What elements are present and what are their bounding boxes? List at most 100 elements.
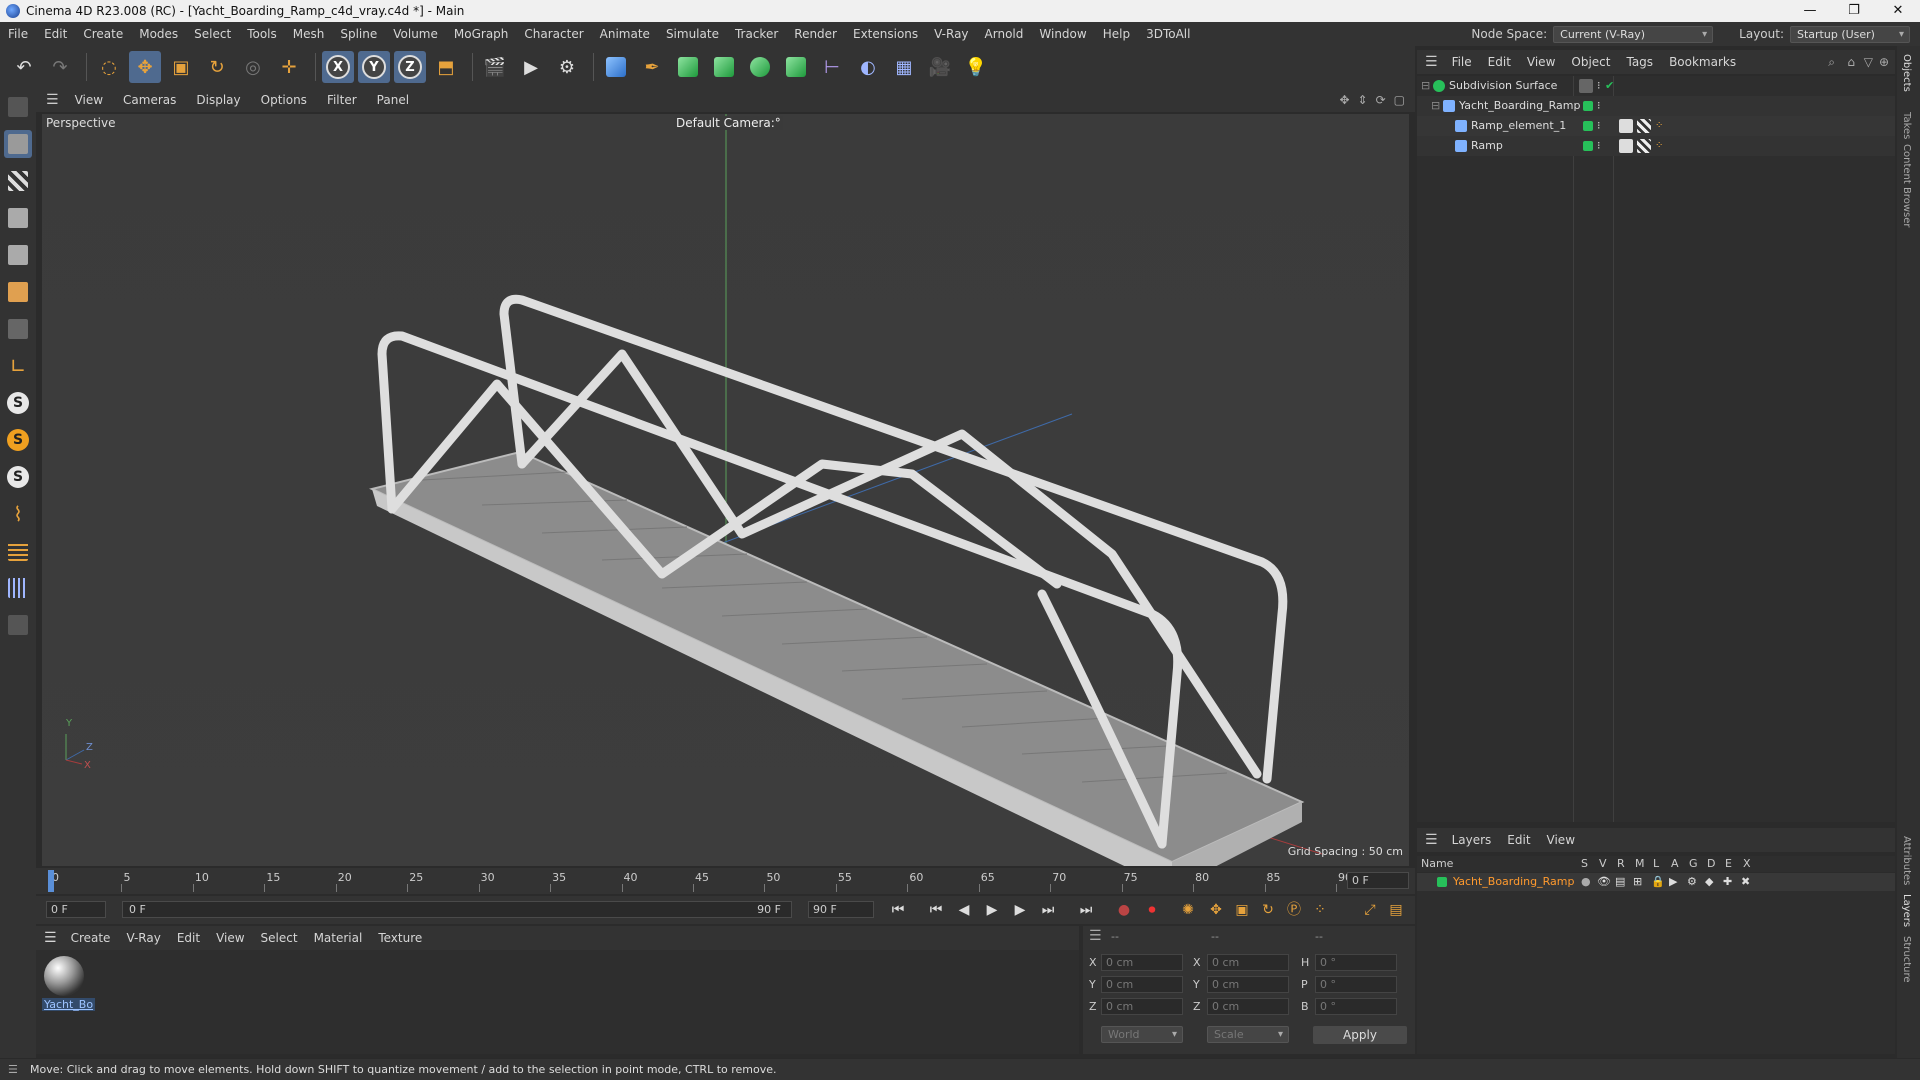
tab-takes[interactable]: Takes [1901, 112, 1912, 139]
pos-z-field[interactable]: 0 cm [1101, 998, 1183, 1015]
playhead[interactable] [48, 870, 54, 892]
rotate-tool-button[interactable]: ↻ [201, 51, 233, 83]
lock-y-axis-button[interactable]: Y [358, 51, 390, 83]
layer-render-icon[interactable]: ▤ [1615, 873, 1625, 891]
layer-tag-icon[interactable] [1579, 79, 1593, 93]
extrude-button[interactable] [708, 51, 740, 83]
key-rotation-button[interactable]: ↻ [1258, 901, 1278, 919]
tab-attributes[interactable]: Attributes [1901, 836, 1912, 885]
material-menu-vray[interactable]: V-Ray [118, 931, 168, 945]
maximize-view-icon[interactable]: ▢ [1394, 88, 1405, 112]
redo-button[interactable]: ↷ [44, 51, 76, 83]
enabled-check-icon[interactable]: ✔ [1605, 76, 1614, 96]
menu-volume[interactable]: Volume [385, 27, 446, 41]
viewport-camera-label[interactable]: Default Camera:° [674, 116, 783, 130]
tab-objects[interactable]: Objects [1901, 54, 1912, 92]
layer-xref-icon[interactable]: ✖ [1741, 873, 1750, 891]
camera-button[interactable]: 🎥 [924, 51, 956, 83]
menu-animate[interactable]: Animate [592, 27, 658, 41]
lm-menu-view[interactable]: View [1539, 833, 1583, 847]
field-button[interactable]: ◐ [852, 51, 884, 83]
record-button[interactable]: ⏺ [1142, 901, 1162, 919]
menu-extensions[interactable]: Extensions [845, 27, 926, 41]
om-menu-object[interactable]: Object [1563, 55, 1618, 69]
material-menu-select[interactable]: Select [253, 931, 306, 945]
om-search-icon[interactable]: ⌕ [1828, 55, 1835, 70]
om-menu-edit[interactable]: Edit [1480, 55, 1519, 69]
timeline-window-button[interactable]: ▤ [1386, 901, 1406, 919]
model-mode-button[interactable] [4, 130, 32, 158]
menu-modes[interactable]: Modes [131, 27, 186, 41]
visibility-dots-icon[interactable]: ⁝ [1597, 96, 1601, 116]
subdivision-button[interactable] [672, 51, 704, 83]
cube-object-button[interactable] [600, 51, 632, 83]
make-editable-button[interactable] [4, 93, 32, 121]
light-button[interactable]: 💡 [960, 51, 992, 83]
menu-window[interactable]: Window [1031, 27, 1094, 41]
tab-layers[interactable]: Layers [1901, 894, 1912, 927]
menu-help[interactable]: Help [1095, 27, 1138, 41]
rot-h-field[interactable]: 0 ° [1315, 954, 1397, 971]
pos-x-field[interactable]: 0 cm [1101, 954, 1183, 971]
layer-generators-icon[interactable]: ⚙ [1687, 873, 1697, 891]
deformer-button[interactable]: ⊢ [816, 51, 848, 83]
material-preview-swatch[interactable] [44, 956, 84, 996]
object-row-subdivision-surface[interactable]: ⊟ Subdivision Surface ⁝ ✔ [1417, 76, 1895, 96]
tab-structure[interactable]: Structure [1901, 936, 1912, 983]
snap-button[interactable]: S [4, 389, 32, 417]
menu-edit[interactable]: Edit [36, 27, 75, 41]
layout-dropdown[interactable]: Startup (User) [1790, 25, 1910, 43]
object-row-ramp-element-1[interactable]: Ramp_element_1 ⁝ ⁘ [1417, 116, 1895, 136]
material-menu-edit[interactable]: Edit [169, 931, 208, 945]
current-frame-field[interactable]: 0 F [1347, 872, 1409, 889]
layer-lock-icon[interactable]: 🔒 [1651, 873, 1665, 891]
uv-mode-button[interactable] [4, 315, 32, 343]
workplane-button[interactable] [4, 537, 32, 565]
lock-workplane-button[interactable] [4, 611, 32, 639]
scale-tool-button[interactable]: ▣ [165, 51, 197, 83]
menu-spline[interactable]: Spline [332, 27, 385, 41]
layer-color-dot[interactable] [1583, 101, 1593, 111]
pos-y-field[interactable]: 0 cm [1101, 976, 1183, 993]
maximize-button[interactable]: ❐ [1832, 0, 1876, 22]
layer-expressions-icon[interactable]: ✚ [1723, 873, 1732, 891]
lock-z-axis-button[interactable]: Z [394, 51, 426, 83]
axis-mode-button[interactable]: ∟ [4, 352, 32, 380]
end-frame-field[interactable]: 90 F [808, 901, 874, 918]
material-menu-material[interactable]: Material [306, 931, 371, 945]
menu-3dtoall[interactable]: 3DToAll [1138, 27, 1198, 41]
om-new-window-icon[interactable]: ⊕ [1879, 55, 1889, 69]
layer-animation-icon[interactable]: ▶ [1669, 873, 1677, 891]
voronoi-button[interactable] [780, 51, 812, 83]
recent-tools-button[interactable]: ◎ [237, 51, 269, 83]
om-home-icon[interactable]: ⌂ [1847, 55, 1855, 69]
key-settings-button[interactable]: ✺ [1178, 901, 1198, 919]
visibility-dots-icon[interactable]: ⁝ [1597, 76, 1601, 96]
pen-spline-button[interactable]: ✒ [636, 51, 668, 83]
start-frame-field[interactable]: 0 F [46, 901, 106, 918]
collapse-toggle-icon[interactable]: ⊟ [1421, 76, 1430, 96]
viewport-menu-panel[interactable]: Panel [367, 93, 419, 107]
points-mode-button[interactable] [4, 204, 32, 232]
material-name[interactable]: Yacht_Bo [42, 998, 96, 1011]
layer-deformers-icon[interactable]: ◆ [1705, 873, 1713, 891]
menu-character[interactable]: Character [516, 27, 591, 41]
fcurve-button[interactable]: ⤢ [1360, 901, 1380, 919]
texture-mode-button[interactable] [4, 167, 32, 195]
lm-menu-layers[interactable]: Layers [1444, 833, 1500, 847]
coordinate-system-button[interactable]: ✛ [273, 51, 305, 83]
om-menu-view[interactable]: View [1519, 55, 1563, 69]
orbit-view-icon[interactable]: ⟳ [1376, 88, 1386, 112]
om-menu-file[interactable]: File [1444, 55, 1480, 69]
viewport-menu-display[interactable]: Display [186, 93, 250, 107]
object-row-yacht-boarding-ramp[interactable]: ⊟ Yacht_Boarding_Ramp ⁝ [1417, 96, 1895, 116]
size-x-field[interactable]: 0 cm [1207, 954, 1289, 971]
object-manager-hamburger-icon[interactable]: ☰ [1417, 54, 1444, 70]
viewport-hamburger-icon[interactable]: ☰ [36, 92, 65, 108]
3d-viewport[interactable]: Perspective Default Camera:° Y Z X Grid … [42, 114, 1409, 866]
menu-render[interactable]: Render [786, 27, 845, 41]
viewport-menu-options[interactable]: Options [251, 93, 317, 107]
polygons-mode-button[interactable] [4, 278, 32, 306]
menu-select[interactable]: Select [186, 27, 239, 41]
autokey-button[interactable]: ● [1114, 901, 1134, 919]
